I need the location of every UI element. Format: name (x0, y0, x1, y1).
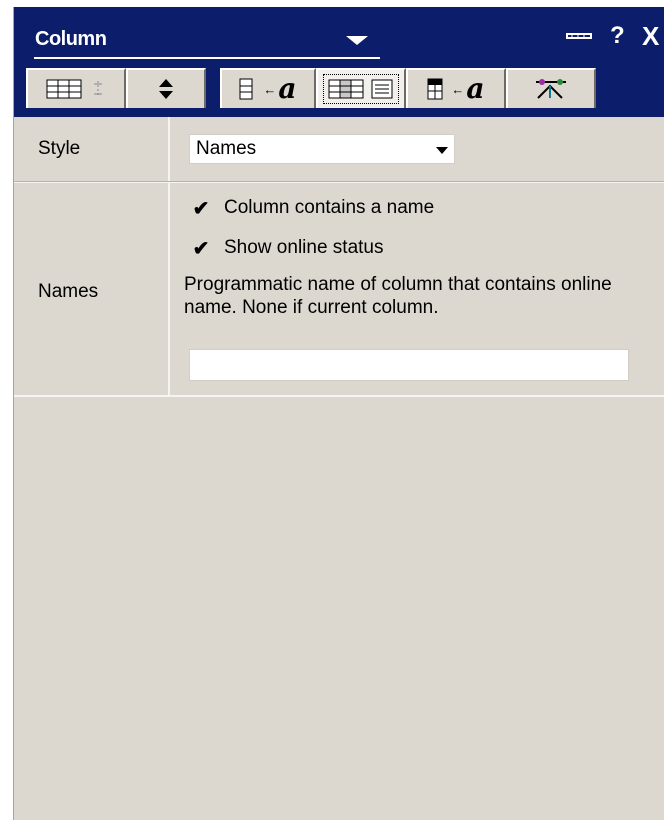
show-online-status-label: Show online status (224, 237, 384, 258)
panel-title: Column (35, 28, 107, 50)
left-arrow-icon: ← (263, 81, 277, 97)
names-label: Names (38, 281, 99, 302)
panel-titlebar: Column ? X ← a ← a (14, 7, 664, 117)
advanced-icon (536, 79, 566, 99)
style-select-value: Names (196, 138, 257, 159)
tab-sort-order[interactable] (126, 68, 206, 108)
close-icon[interactable]: X (642, 21, 659, 52)
letter-a-icon: a (466, 72, 485, 105)
tab-header-text[interactable]: ← a (406, 68, 506, 108)
chevron-down-icon[interactable] (436, 147, 448, 154)
checkmark-icon[interactable]: ✔ (192, 198, 210, 220)
names-label-cell: Names (14, 183, 170, 395)
column-properties-panel: Column ? X ← a ← a Style Names Names ✔ C… (13, 7, 664, 820)
style-label: Style (38, 138, 81, 159)
left-arrow-icon: ← (451, 81, 465, 97)
programmatic-name-input[interactable] (189, 349, 629, 381)
names-row: Names ✔ Column contains a name ✔ Show on… (14, 182, 664, 397)
tab-strip: ← a ← a (26, 68, 664, 108)
style-select[interactable]: Names (189, 134, 455, 164)
contains-name-checkbox-row[interactable]: ✔ Column contains a name (192, 197, 435, 220)
style-row: Style Names (14, 117, 664, 182)
programmatic-name-description: Programmatic name of column that contain… (184, 274, 612, 318)
up-down-arrows-icon (159, 79, 173, 99)
tab-column-layout[interactable] (26, 68, 126, 108)
checkmark-icon[interactable]: ✔ (192, 238, 210, 260)
style-label-cell: Style (14, 117, 170, 181)
tab-field-to-text[interactable]: ← a (220, 68, 316, 108)
contains-name-label: Column contains a name (224, 197, 435, 218)
letter-a-icon: a (278, 72, 297, 105)
tab-advanced[interactable] (506, 68, 596, 108)
tab-column-display[interactable] (316, 68, 406, 108)
column-display-icon (328, 79, 393, 99)
show-online-status-checkbox-row[interactable]: ✔ Show online status (192, 237, 384, 260)
grid-columns-icon (46, 79, 102, 99)
tab-focus-ring (323, 74, 399, 104)
help-icon[interactable]: ? (610, 22, 625, 50)
header-text-icon (427, 78, 443, 100)
field-text-icon (239, 78, 253, 100)
pin-icon[interactable] (566, 32, 592, 40)
chevron-down-icon (346, 36, 368, 45)
panel-title-dropdown[interactable]: Column (34, 25, 380, 59)
